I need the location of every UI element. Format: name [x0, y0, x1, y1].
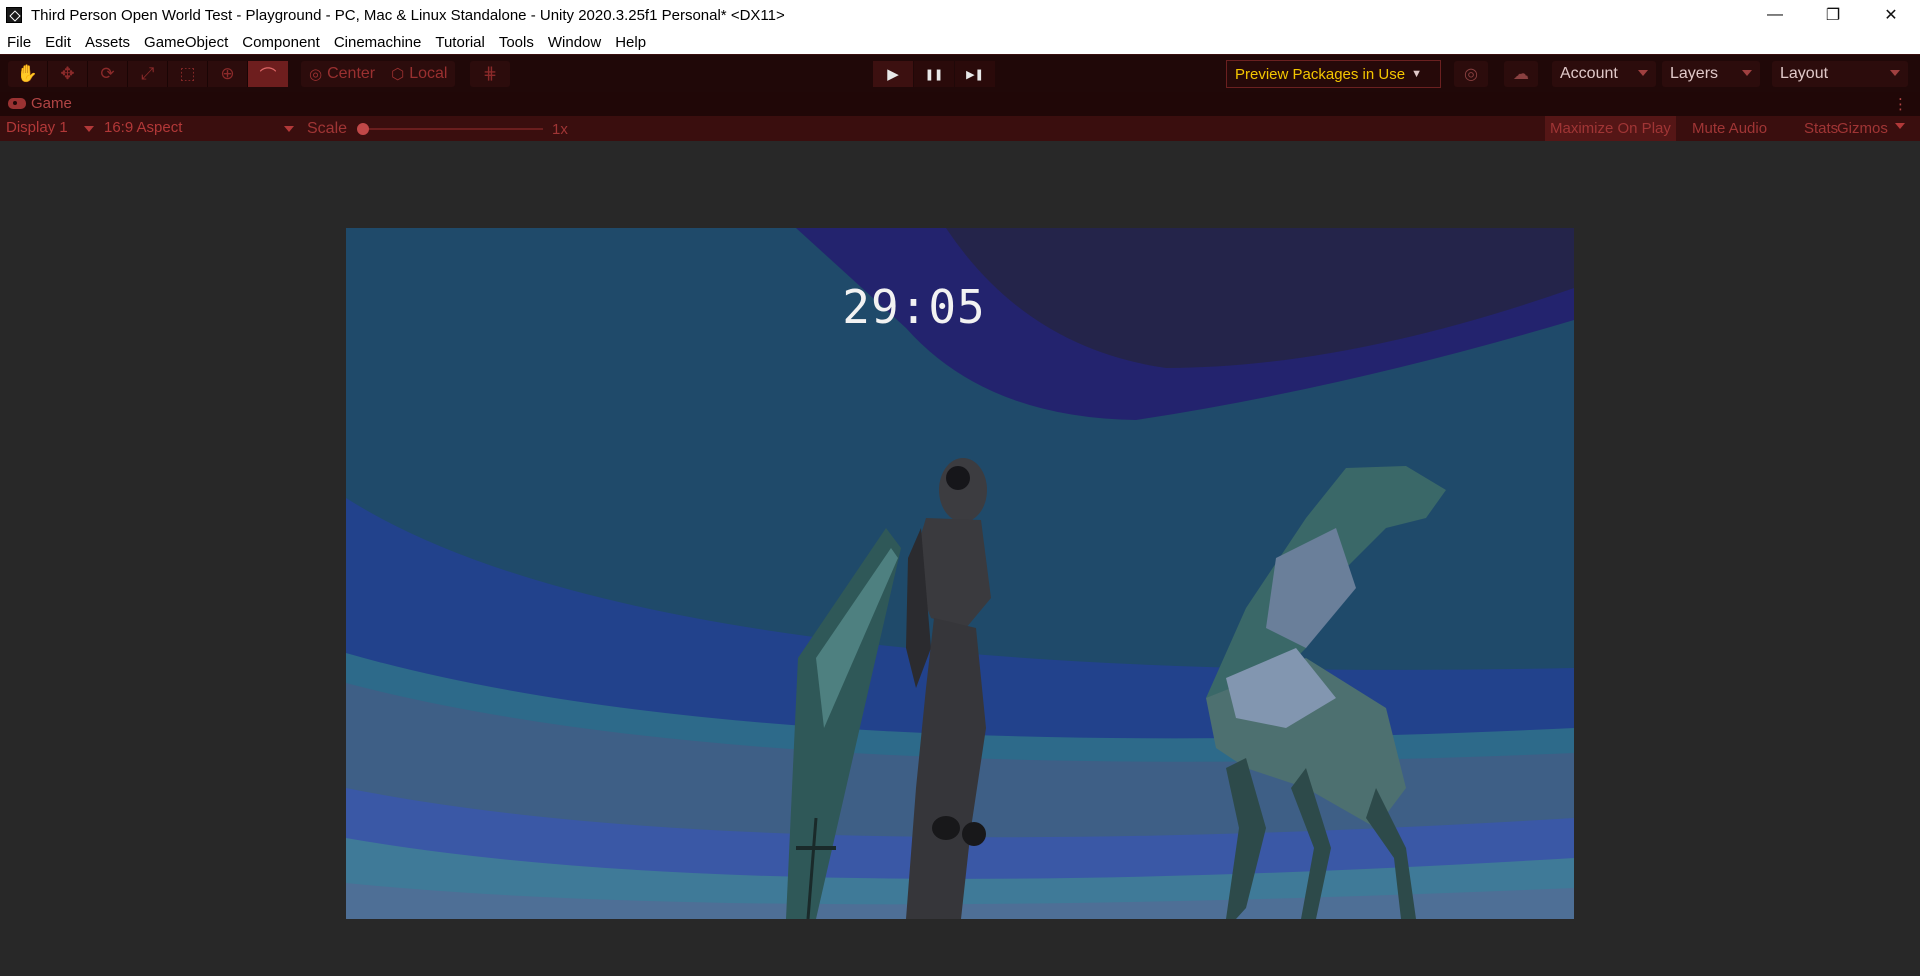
grid-snap-icon[interactable]: ⋕ — [470, 61, 510, 87]
chevron-down-icon — [1890, 70, 1900, 76]
maximize-on-play-toggle[interactable]: Maximize On Play — [1545, 116, 1676, 141]
pivot-center-button[interactable]: ◎ Center — [301, 61, 383, 87]
mute-audio-toggle[interactable]: Mute Audio — [1687, 116, 1772, 141]
menu-tools[interactable]: Tools — [499, 34, 534, 51]
game-tab-header: Game ⋮ — [0, 92, 1920, 116]
grid-snap-group: ⋕ — [470, 61, 510, 87]
layout-label: Layout — [1780, 65, 1829, 82]
account-dropdown[interactable]: Account — [1552, 61, 1656, 87]
pause-button[interactable]: ❚❚ — [914, 61, 954, 87]
scale-value: 1x — [552, 121, 568, 138]
game-render-view[interactable]: 29:05 — [346, 228, 1574, 919]
pivot-local-button[interactable]: ⬡ Local — [383, 61, 455, 87]
scale-tool-icon[interactable]: ⤢ — [128, 61, 168, 87]
rotate-tool-icon[interactable]: ⟳ — [88, 61, 128, 87]
aspect-dropdown[interactable]: 16:9 Aspect — [104, 119, 294, 139]
tab-game[interactable]: Game — [8, 95, 72, 112]
layers-label: Layers — [1670, 65, 1719, 82]
step-button[interactable]: ▶❚ — [955, 61, 995, 87]
chevron-down-icon — [1638, 70, 1648, 76]
pivot-center-icon: ◎ — [309, 66, 323, 83]
gizmos-label: Gizmos — [1837, 120, 1888, 137]
cube-icon: ⬡ — [391, 66, 405, 83]
scale-slider-track[interactable] — [360, 128, 543, 130]
chevron-down-icon — [84, 126, 94, 132]
rect-tool-icon[interactable]: ⬚ — [168, 61, 208, 87]
maximize-button[interactable]: ❐ — [1804, 0, 1862, 30]
collab-icon[interactable]: ◎ — [1454, 61, 1488, 87]
game-timer: 29:05 — [842, 280, 986, 334]
window-controls: — ❐ ✕ — [1746, 0, 1920, 30]
menu-cinemachine[interactable]: Cinemachine — [334, 34, 422, 51]
character-knee-left — [932, 816, 960, 840]
pivot-center-label: Center — [327, 65, 376, 82]
hand-tool-icon[interactable]: ✋ — [8, 61, 48, 87]
menu-file[interactable]: File — [7, 34, 31, 51]
menu-gameobject[interactable]: GameObject — [144, 34, 228, 51]
transform-tools: ✋ ✥ ⟳ ⤢ ⬚ ⊕ ⌒ — [8, 61, 288, 87]
chevron-down-icon — [284, 126, 294, 132]
aspect-label: 16:9 Aspect — [104, 119, 183, 136]
transform-tool-icon[interactable]: ⊕ — [208, 61, 248, 87]
custom-tool-icon[interactable]: ⌒ — [248, 61, 288, 87]
game-view-toolbar: Display 1 16:9 Aspect Scale 1x Maximize … — [0, 116, 1920, 141]
main-toolbar: ✋ ✥ ⟳ ⤢ ⬚ ⊕ ⌒ ◎ Center ⬡ Local ⋕ ▶ ❚❚ ▶❚ P… — [0, 54, 1920, 92]
menu-component[interactable]: Component — [242, 34, 320, 51]
menu-assets[interactable]: Assets — [85, 34, 130, 51]
play-button[interactable]: ▶ — [873, 61, 913, 87]
display-dropdown[interactable]: Display 1 — [6, 119, 94, 139]
scale-slider-thumb[interactable] — [357, 123, 369, 135]
close-button[interactable]: ✕ — [1862, 0, 1920, 30]
character-knee-right — [962, 822, 986, 846]
menu-help[interactable]: Help — [615, 34, 646, 51]
scale-label: Scale — [307, 120, 348, 137]
playmode-controls: ▶ ❚❚ ▶❚ — [873, 61, 996, 87]
pivot-local-label: Local — [409, 65, 448, 82]
gamepad-icon — [8, 98, 26, 109]
menu-edit[interactable]: Edit — [45, 34, 71, 51]
preview-packages-label: Preview Packages in Use — [1235, 65, 1406, 83]
account-label: Account — [1560, 65, 1618, 82]
gizmos-dropdown[interactable]: Gizmos — [1832, 116, 1910, 141]
tab-menu-icon[interactable]: ⋮ — [1893, 95, 1908, 113]
menu-tutorial[interactable]: Tutorial — [435, 34, 484, 51]
pivot-toggles: ◎ Center ⬡ Local — [301, 61, 456, 87]
preview-packages-dropdown[interactable]: Preview Packages in Use ▼ — [1226, 60, 1441, 88]
cloud-icon[interactable]: ☁ — [1504, 61, 1538, 87]
tab-game-label: Game — [31, 95, 72, 112]
character-eye — [946, 466, 970, 490]
move-tool-icon[interactable]: ✥ — [48, 61, 88, 87]
layout-dropdown[interactable]: Layout — [1772, 61, 1908, 87]
display-label: Display 1 — [6, 119, 68, 136]
chevron-down-icon: ▼ — [1411, 68, 1422, 80]
chevron-down-icon — [1894, 123, 1905, 129]
layers-dropdown[interactable]: Layers — [1662, 61, 1760, 87]
unity-logo-icon — [6, 7, 22, 23]
menu-bar: File Edit Assets GameObject Component Ci… — [0, 30, 1920, 54]
window-title: Third Person Open World Test - Playgroun… — [31, 6, 785, 24]
minimize-button[interactable]: — — [1746, 0, 1804, 30]
window-titlebar: Third Person Open World Test - Playgroun… — [0, 0, 1920, 30]
menu-window[interactable]: Window — [548, 34, 601, 51]
chevron-down-icon — [1742, 70, 1752, 76]
